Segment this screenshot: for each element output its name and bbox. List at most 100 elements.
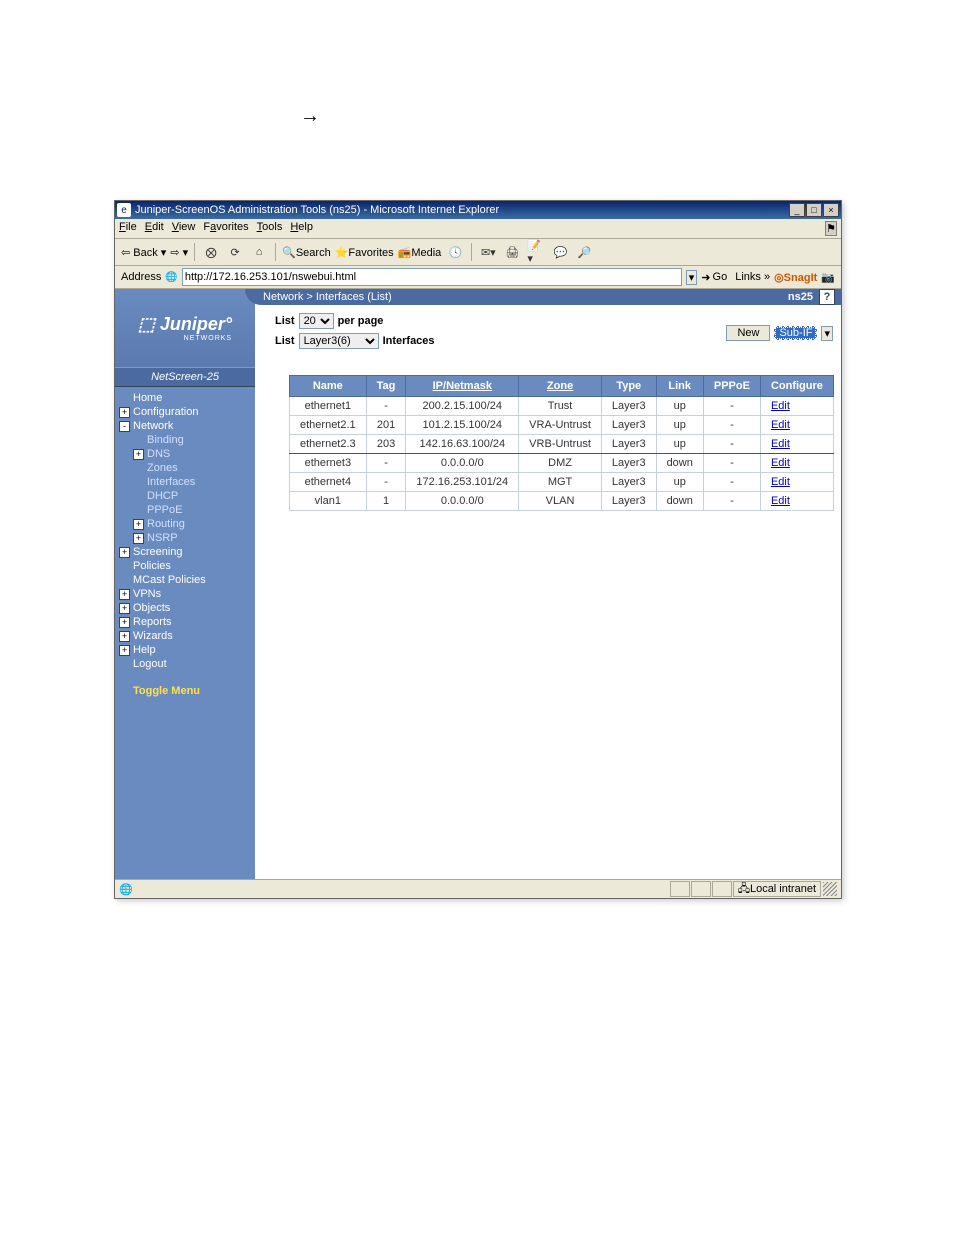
status-cell <box>670 881 690 897</box>
per-page-select[interactable]: 20 <box>299 313 334 329</box>
go-button[interactable]: ➜Go <box>701 271 727 284</box>
col-ip[interactable]: IP/Netmask <box>406 376 519 397</box>
menu-file[interactable]: File <box>119 221 137 236</box>
nav-pppoe[interactable]: PPPoE <box>119 503 255 517</box>
nav-mcast[interactable]: MCast Policies <box>119 573 255 587</box>
nav-interfaces[interactable]: Interfaces <box>119 475 255 489</box>
nav-binding[interactable]: Binding <box>119 433 255 447</box>
help-icon[interactable]: ? <box>819 289 835 305</box>
address-input[interactable] <box>182 268 682 286</box>
cell-pppoe: - <box>703 397 760 416</box>
expand-icon[interactable]: + <box>119 589 130 600</box>
menu-tools[interactable]: Tools <box>257 221 283 236</box>
refresh-icon[interactable]: ⟳ <box>225 242 245 262</box>
expand-icon[interactable]: + <box>133 449 144 460</box>
menubar: File Edit View Favorites Tools Help ⚑ <box>115 219 841 239</box>
expand-icon[interactable]: + <box>119 547 130 558</box>
search-button[interactable]: 🔍Search <box>282 246 331 259</box>
menu-help[interactable]: Help <box>290 221 313 236</box>
minimize-button[interactable]: _ <box>789 203 805 217</box>
nav-network[interactable]: -Network <box>119 419 255 433</box>
snagit-capture-icon[interactable]: 📷 <box>821 271 835 284</box>
cell-zone: DMZ <box>519 454 602 473</box>
print-icon[interactable]: 🖨 <box>502 242 522 262</box>
expand-icon[interactable]: + <box>119 603 130 614</box>
col-zone[interactable]: Zone <box>519 376 602 397</box>
col-configure: Configure <box>760 376 833 397</box>
nav-routing[interactable]: +Routing <box>119 517 255 531</box>
nav-help[interactable]: +Help <box>119 643 255 657</box>
mail-icon[interactable]: ✉▾ <box>478 242 498 262</box>
cell-tag: - <box>366 397 406 416</box>
cell-pppoe: - <box>703 492 760 511</box>
cell-tag: 1 <box>366 492 406 511</box>
stop-icon[interactable]: ⨂ <box>201 242 221 262</box>
cell-tag: 203 <box>366 435 406 454</box>
expand-icon[interactable]: + <box>119 407 130 418</box>
nav-wizards[interactable]: +Wizards <box>119 629 255 643</box>
throbber-icon: ⚑ <box>825 221 837 236</box>
device-name: ns25 <box>788 291 813 303</box>
favorites-button[interactable]: ⭐Favorites <box>335 246 394 259</box>
nav-policies[interactable]: Policies <box>119 559 255 573</box>
close-button[interactable]: × <box>823 203 839 217</box>
links-button[interactable]: Links » <box>735 271 770 283</box>
col-type: Type <box>601 376 656 397</box>
cell-ip: 101.2.15.100/24 <box>406 416 519 435</box>
edit-link[interactable]: Edit <box>771 495 790 507</box>
nav-nsrp[interactable]: +NSRP <box>119 531 255 545</box>
snagit-button[interactable]: ◎SnagIt <box>774 271 817 284</box>
cell-name: ethernet2.3 <box>290 435 367 454</box>
subif-dropdown[interactable]: ▾ <box>821 326 833 341</box>
toggle-menu[interactable]: Toggle Menu <box>119 671 255 698</box>
cell-zone: MGT <box>519 473 602 492</box>
expand-icon[interactable]: + <box>133 533 144 544</box>
expand-icon[interactable]: + <box>119 631 130 642</box>
cell-configure: Edit <box>760 492 833 511</box>
nav-configuration[interactable]: +Configuration <box>119 405 255 419</box>
address-dropdown[interactable]: ▾ <box>686 270 698 285</box>
statusbar: 🌐 🖧 Local intranet <box>115 879 841 898</box>
edit-link[interactable]: Edit <box>771 419 790 431</box>
edit-link[interactable]: Edit <box>771 476 790 488</box>
nav-vpns[interactable]: +VPNs <box>119 587 255 601</box>
menu-view[interactable]: View <box>172 221 196 236</box>
nav-dhcp[interactable]: DHCP <box>119 489 255 503</box>
maximize-button[interactable]: □ <box>806 203 822 217</box>
edit-icon[interactable]: 📝▾ <box>526 242 546 262</box>
edit-link[interactable]: Edit <box>771 457 790 469</box>
home-icon[interactable]: ⌂ <box>249 242 269 262</box>
nav-reports[interactable]: +Reports <box>119 615 255 629</box>
address-bar: Address 🌐 ▾ ➜Go Links » ◎SnagIt 📷 <box>115 266 841 289</box>
back-button[interactable]: ⇦ Back ▾ <box>121 246 166 259</box>
nav-home[interactable]: Home <box>119 391 255 405</box>
nav-objects[interactable]: +Objects <box>119 601 255 615</box>
subif-select[interactable]: Sub-IF <box>774 326 817 340</box>
cell-ip: 172.16.253.101/24 <box>406 473 519 492</box>
filter-select[interactable]: Layer3(6) <box>299 333 379 349</box>
col-name[interactable]: Name <box>290 376 367 397</box>
cell-type: Layer3 <box>601 416 656 435</box>
cell-ip: 142.16.63.100/24 <box>406 435 519 454</box>
ie-icon: e <box>117 203 131 217</box>
nav-dns[interactable]: +DNS <box>119 447 255 461</box>
new-button[interactable]: New <box>726 325 770 341</box>
research-icon[interactable]: 🔎 <box>574 242 594 262</box>
menu-edit[interactable]: Edit <box>145 221 164 236</box>
expand-icon[interactable]: + <box>119 645 130 656</box>
expand-icon[interactable]: + <box>119 617 130 628</box>
collapse-icon[interactable]: - <box>119 421 130 432</box>
forward-button[interactable]: ⇨ ▾ <box>170 246 188 259</box>
menu-favorites[interactable]: Favorites <box>203 221 248 236</box>
history-icon[interactable]: 🕓 <box>445 242 465 262</box>
cell-link: up <box>656 435 703 454</box>
edit-link[interactable]: Edit <box>771 400 790 412</box>
edit-link[interactable]: Edit <box>771 438 790 450</box>
discuss-icon[interactable]: 💬 <box>550 242 570 262</box>
expand-icon[interactable]: + <box>133 519 144 530</box>
nav-screening[interactable]: +Screening <box>119 545 255 559</box>
resize-grip[interactable] <box>823 882 837 896</box>
nav-zones[interactable]: Zones <box>119 461 255 475</box>
media-button[interactable]: 📻Media <box>398 246 442 259</box>
nav-logout[interactable]: Logout <box>119 657 255 671</box>
